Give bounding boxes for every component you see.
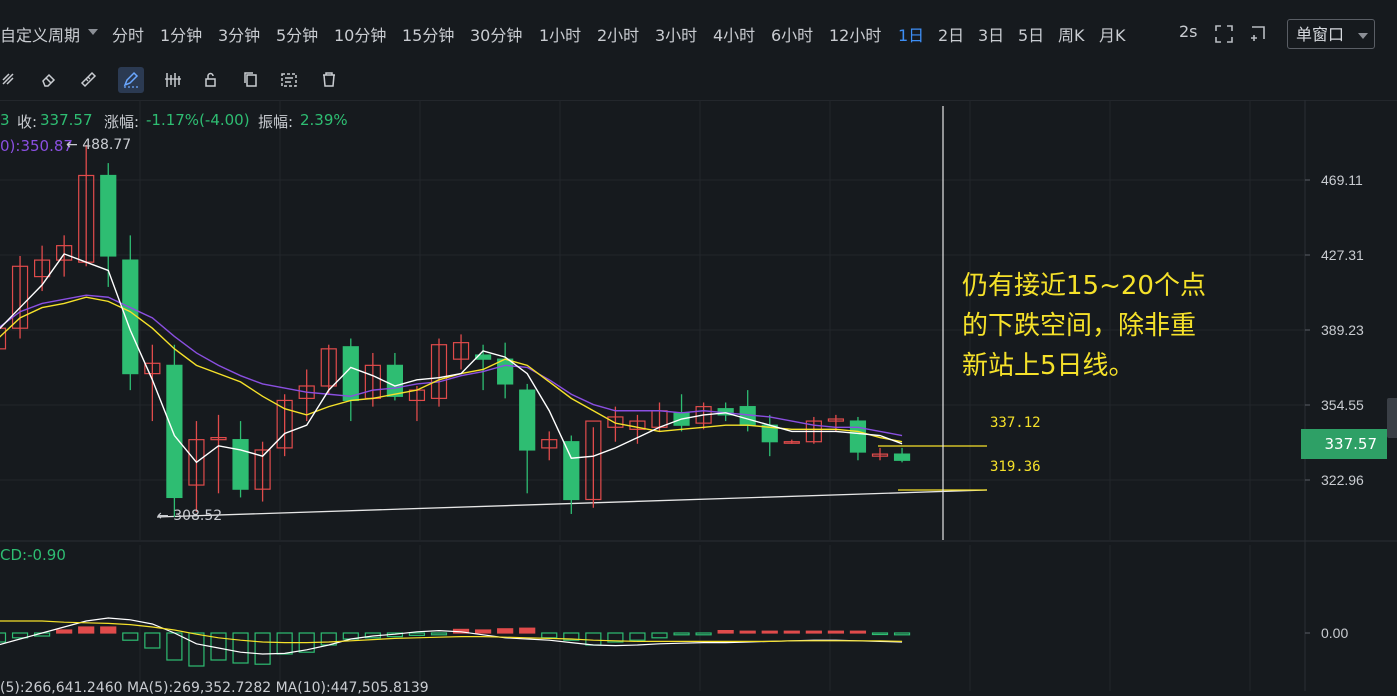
y-tick-label: 354.55 [1321, 397, 1364, 413]
macd-bar [408, 632, 426, 637]
macd-bar [100, 626, 117, 634]
y-tick-label: 389.23 [1321, 322, 1364, 338]
candle-body [0, 327, 7, 350]
change-value: -1.17%(-4.00) [146, 111, 250, 129]
macd-bar [805, 630, 822, 634]
macd-bar [739, 630, 756, 634]
amplitude-value: 2.39% [300, 111, 348, 129]
candle-body [100, 174, 117, 257]
macd-bar [651, 632, 668, 639]
high-marker: ← 488.77 [66, 137, 132, 153]
annotation-line-3: 新站上5日线。 [962, 351, 1135, 381]
macd-bar [56, 629, 73, 634]
macd-bar [232, 632, 249, 664]
low-marker: ← 308.52 [157, 508, 223, 524]
macd-bar [783, 630, 800, 634]
macd-bar [695, 632, 712, 636]
macd-bar [122, 632, 139, 641]
macd-bar [585, 632, 602, 646]
annotation-line-2: 的下跌空间，除非重 [962, 311, 1197, 341]
y-tick-label: 469.11 [1321, 172, 1363, 188]
macd-bar [497, 628, 514, 634]
candle-body [519, 389, 536, 451]
macd-bar [673, 632, 690, 636]
annotation-text: 仍有接近15~20个点 的下跌空间，除非重 新站上5日线。 [962, 266, 1262, 386]
macd-bar [475, 629, 492, 634]
macd-bar [166, 632, 183, 661]
high-value: 488.77 [82, 137, 132, 153]
macd-bar [254, 632, 271, 665]
macd-bar [849, 630, 867, 634]
close-label: 收: [17, 113, 38, 131]
macd-bar [871, 632, 889, 636]
candle-body [386, 364, 403, 397]
macd-bar [430, 632, 448, 636]
macd-bar [541, 632, 558, 639]
candle-body [849, 420, 867, 453]
macd-bar [0, 632, 7, 643]
ma-value: 0):350.87 [0, 137, 73, 155]
candle-body [166, 364, 183, 499]
macd-bar [276, 632, 293, 655]
close-value: 337.57 [40, 111, 93, 129]
macd-bar [893, 632, 911, 636]
macd-label: CD:-0.90 [0, 546, 66, 564]
y-tick-label: 427.31 [1321, 247, 1364, 263]
macd-bar [78, 626, 95, 634]
macd-bar [144, 632, 161, 649]
macd-bar [188, 632, 205, 667]
candle-body [232, 439, 249, 490]
change-label: 涨幅: [104, 113, 140, 131]
annotation-line-1: 仍有接近15~20个点 [962, 271, 1206, 301]
macd-bar [519, 627, 536, 634]
low-value: 308.52 [173, 508, 223, 524]
amplitude-label: 振幅: [258, 113, 294, 131]
side-panel-handle[interactable] [1387, 398, 1397, 438]
info-leading-digit: 3 [0, 111, 10, 129]
volume-ma-line: (5):266,641.2460 MA(5):269,352.7282 MA(1… [0, 680, 429, 696]
macd-bar [827, 630, 845, 634]
candle-body [563, 441, 580, 501]
level-lower-label: 319.36 [990, 459, 1041, 475]
macd-bar [717, 629, 734, 634]
macd-bar [629, 632, 646, 641]
candle-body [497, 358, 514, 385]
current-price-tag: 337.57 [1301, 429, 1387, 459]
y-tick-label: 322.96 [1321, 472, 1364, 488]
level-upper-label: 337.12 [990, 415, 1041, 431]
macd-dif-line [0, 617, 903, 655]
macd-bar [761, 630, 778, 634]
candle-body [893, 453, 911, 461]
macd-zero-label: 0.00 [1321, 625, 1349, 641]
